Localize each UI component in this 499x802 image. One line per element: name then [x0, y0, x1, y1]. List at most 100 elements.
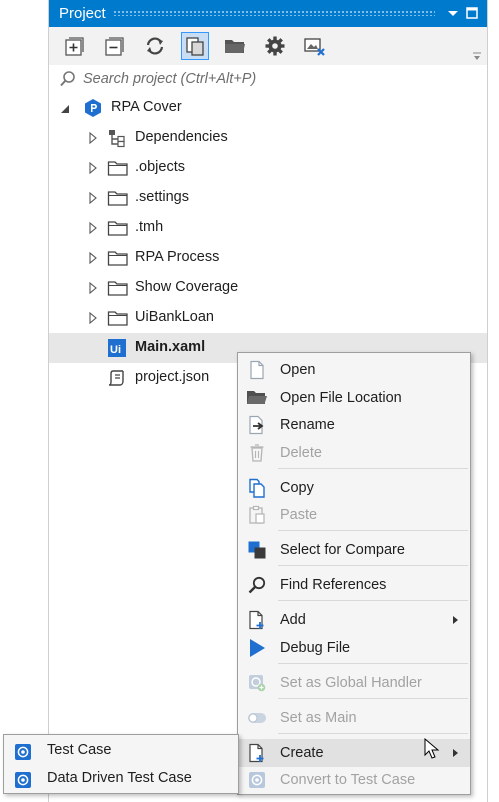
collapsed-arrow-icon[interactable] [89, 161, 97, 178]
submenu-arrow-icon [453, 616, 458, 624]
test-case-icon [14, 771, 31, 788]
collapsed-arrow-icon[interactable] [89, 281, 97, 298]
collapsed-arrow-icon[interactable] [89, 311, 97, 328]
tree-item-objects[interactable]: .objects [49, 153, 487, 183]
tree-item-label: project.json [135, 369, 210, 385]
tree-item-label: .objects [135, 159, 185, 175]
menu-separator [278, 698, 468, 699]
menu-item-label: Set as Global Handler [280, 675, 422, 691]
compare-icon [246, 540, 268, 560]
tree-item-label: .settings [135, 189, 189, 205]
show-all-files-icon[interactable] [181, 32, 209, 60]
collapsed-arrow-icon[interactable] [89, 191, 97, 208]
tree-item-rpa-process[interactable]: RPA Process [49, 243, 487, 273]
search-input[interactable] [83, 67, 473, 91]
create-file-icon [246, 743, 268, 763]
svg-text:Ui: Ui [110, 344, 121, 356]
menu-item-select-for-compare[interactable]: Select for Compare [238, 536, 470, 564]
menu-item-label: Convert to Test Case [280, 772, 416, 788]
tree-item-label: UiBankLoan [135, 309, 214, 325]
search-icon [246, 575, 268, 595]
tree-item-label: Main.xaml [135, 339, 206, 355]
menu-item-label: Open [280, 362, 316, 378]
panel-title-bar[interactable]: Project [49, 0, 487, 27]
toolbar-overflow-icon[interactable] [473, 50, 481, 66]
tree-item-dependencies[interactable]: Dependencies [49, 123, 487, 153]
menu-item-set-as-main[interactable]: Set as Main [238, 704, 470, 732]
expand-arrow-icon[interactable] [60, 102, 70, 118]
add-file-icon [246, 610, 268, 630]
refresh-icon[interactable] [141, 32, 169, 60]
menu-item-label: Delete [280, 445, 322, 461]
drag-grip[interactable] [113, 10, 435, 16]
submenu-arrow-icon [453, 749, 458, 757]
menu-item-convert-to-test-case[interactable]: Convert to Test Case [238, 766, 470, 794]
project-icon [83, 98, 103, 118]
global-handler-icon [246, 673, 268, 693]
remove-unused-icon[interactable] [301, 32, 329, 60]
folder-open-icon [246, 388, 268, 408]
tree-item-label: RPA Process [135, 249, 220, 265]
play-icon [246, 638, 268, 658]
tree-item-settings[interactable]: .settings [49, 183, 487, 213]
submenu-item-data-driven-test-case[interactable]: Data Driven Test Case [4, 764, 238, 792]
menu-separator [278, 663, 468, 664]
settings-icon[interactable] [261, 32, 289, 60]
menu-separator [278, 530, 468, 531]
menu-item-copy[interactable]: Copy [238, 474, 470, 502]
menu-item-paste[interactable]: Paste [238, 501, 470, 529]
menu-item-label: Debug File [280, 640, 351, 656]
dependencies-icon [107, 128, 127, 148]
chevron-down-icon[interactable] [445, 4, 461, 22]
menu-item-find-references[interactable]: Find References [238, 571, 470, 599]
open-folder-icon[interactable] [221, 32, 249, 60]
search-icon [59, 70, 77, 92]
tree-item-label: .tmh [135, 219, 164, 235]
search-box [55, 67, 485, 91]
menu-item-label: Copy [280, 480, 314, 496]
collapsed-arrow-icon[interactable] [89, 131, 97, 148]
tree-item-show-coverage[interactable]: Show Coverage [49, 273, 487, 303]
xaml-file-icon: Ui [107, 338, 127, 358]
collapsed-arrow-icon[interactable] [89, 251, 97, 268]
submenu-item-test-case[interactable]: Test Case [4, 736, 238, 764]
menu-item-label: Find References [280, 577, 387, 593]
restore-icon[interactable] [464, 4, 480, 22]
toggle-icon [246, 708, 268, 728]
menu-item-delete[interactable]: Delete [238, 439, 470, 467]
menu-item-add[interactable]: Add [238, 606, 470, 634]
folder-icon [107, 278, 128, 298]
tree-root[interactable]: RPA Cover [49, 93, 487, 123]
menu-item-open-file-location[interactable]: Open File Location [238, 384, 470, 412]
collapse-all-icon[interactable] [101, 32, 129, 60]
paste-icon [246, 505, 268, 525]
test-case-icon [14, 743, 31, 760]
menu-item-rename[interactable]: Rename [238, 411, 470, 439]
expand-all-icon[interactable] [61, 32, 89, 60]
tree-item-tmh[interactable]: .tmh [49, 213, 487, 243]
folder-icon [107, 248, 128, 268]
menu-separator [278, 468, 468, 469]
menu-item-label: Create [280, 745, 324, 761]
menu-item-label: Add [280, 612, 306, 628]
tree-item-uibankloan[interactable]: UiBankLoan [49, 303, 487, 333]
menu-item-open[interactable]: Open [238, 356, 470, 384]
rename-icon [246, 415, 268, 435]
menu-item-label: Select for Compare [280, 542, 405, 558]
menu-item-set-as-global-handler[interactable]: Set as Global Handler [238, 669, 470, 697]
menu-item-label: Open File Location [280, 390, 402, 406]
menu-separator [278, 733, 468, 734]
menu-item-label: Set as Main [280, 710, 357, 726]
collapsed-arrow-icon[interactable] [89, 221, 97, 238]
trash-icon [246, 443, 268, 463]
json-file-icon [107, 368, 127, 388]
menu-item-debug-file[interactable]: Debug File [238, 634, 470, 662]
project-toolbar [49, 27, 487, 65]
folder-icon [107, 158, 128, 178]
context-menu: Open Open File Location Rename Delete Copy Pa… [237, 352, 471, 795]
tree-root-label: RPA Cover [111, 99, 182, 115]
copy-icon [246, 478, 268, 498]
tree-item-label: Dependencies [135, 129, 228, 145]
menu-separator [278, 565, 468, 566]
panel-title: Project [59, 5, 106, 22]
